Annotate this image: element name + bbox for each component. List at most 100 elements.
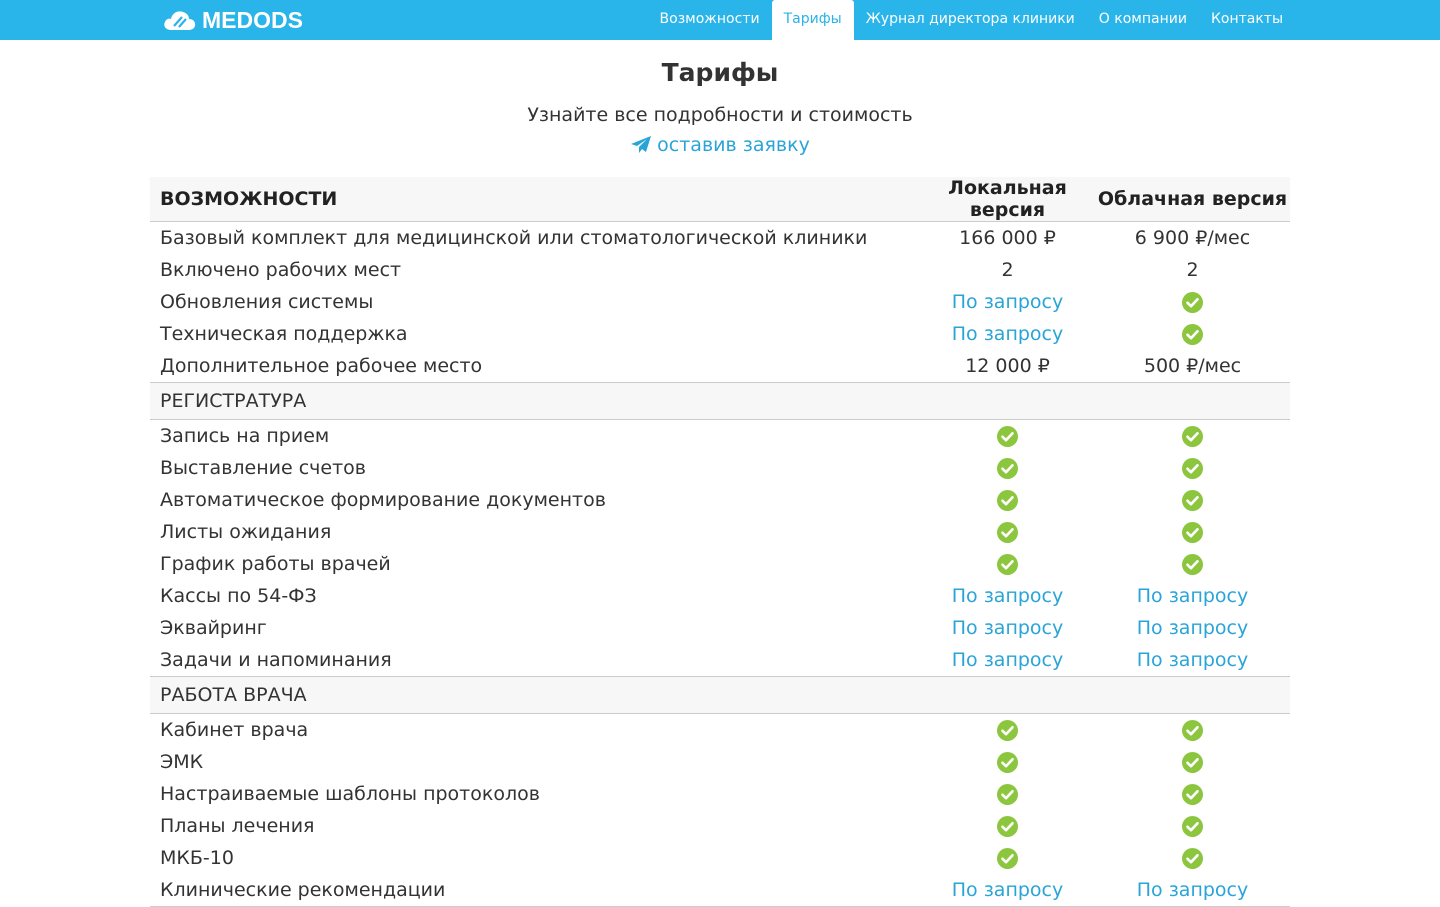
local-value-included bbox=[920, 484, 1095, 516]
header-features: ВОЗМОЖНОСТИ bbox=[160, 188, 338, 210]
section-header: РАБОТА ВРАЧА bbox=[150, 676, 1290, 714]
feature-name: Кассы по 54-ФЗ bbox=[160, 585, 317, 607]
check-circle-icon bbox=[997, 490, 1018, 511]
local-value[interactable]: По запросу bbox=[920, 580, 1095, 612]
feature-name: Техническая поддержка bbox=[160, 323, 408, 345]
cloud-value-included bbox=[1095, 286, 1290, 318]
feature-name: Автоматическое формирование документов bbox=[160, 489, 606, 511]
cloud-value-included bbox=[1095, 778, 1290, 810]
feature-name: Эквайринг bbox=[160, 617, 267, 639]
local-value: 2 bbox=[1001, 259, 1014, 281]
table-row: Автоматическое формирование документов bbox=[150, 484, 1290, 516]
local-value-included bbox=[920, 714, 1095, 747]
feature-name: Клинические рекомендации bbox=[160, 879, 446, 901]
nav-item-2[interactable]: Журнал директора клиники bbox=[854, 0, 1087, 40]
check-circle-icon bbox=[1182, 720, 1203, 741]
check-circle-icon bbox=[1182, 490, 1203, 511]
check-circle-icon bbox=[997, 458, 1018, 479]
section-title: РЕГИСТРАТУРА bbox=[160, 390, 307, 412]
cloud-value-included bbox=[1095, 516, 1290, 548]
cloud-value[interactable]: По запросу bbox=[1095, 874, 1290, 907]
local-value[interactable]: По запросу bbox=[920, 612, 1095, 644]
table-row: Запись на прием bbox=[150, 420, 1290, 453]
table-row: Выставление счетов bbox=[150, 452, 1290, 484]
feature-name: Задачи и напоминания bbox=[160, 649, 392, 671]
check-circle-icon bbox=[1182, 458, 1203, 479]
cloud-value-included bbox=[1095, 810, 1290, 842]
table-row: Дополнительное рабочее место 12 000 ₽ 500 … bbox=[150, 350, 1290, 383]
nav-item-4[interactable]: Контакты bbox=[1199, 0, 1295, 40]
table-row: Кассы по 54-ФЗ По запросу По запросу bbox=[150, 580, 1290, 612]
local-value[interactable]: По запросу bbox=[920, 318, 1095, 350]
table-row: Кабинет врача bbox=[150, 714, 1290, 747]
apply-link-label: оставив заявку bbox=[657, 134, 810, 156]
check-circle-icon bbox=[997, 784, 1018, 805]
table-row: Клинические рекомендации По запросу По зап… bbox=[150, 874, 1290, 907]
nav-item-1[interactable]: Тарифы bbox=[771, 0, 854, 40]
local-value[interactable]: По запросу bbox=[920, 874, 1095, 907]
cloud-logo-icon bbox=[164, 11, 196, 30]
feature-name: Дополнительное рабочее место bbox=[160, 355, 483, 377]
check-circle-icon bbox=[997, 554, 1018, 575]
feature-name: Кабинет врача bbox=[160, 719, 309, 741]
pricing-table: ВОЗМОЖНОСТИ Локальная версия Облачная ве… bbox=[150, 177, 1290, 907]
cloud-value-included bbox=[1095, 420, 1290, 453]
header-cloud: Облачная версия bbox=[1097, 188, 1288, 210]
brand-name: MEDODS bbox=[202, 6, 303, 33]
local-value[interactable]: По запросу bbox=[920, 644, 1095, 677]
feature-name: МКБ-10 bbox=[160, 847, 234, 869]
check-circle-icon bbox=[1182, 784, 1203, 805]
cloud-value: 2 bbox=[1186, 259, 1199, 281]
cloud-value[interactable]: По запросу bbox=[1095, 612, 1290, 644]
table-row: ЭМК bbox=[150, 746, 1290, 778]
local-value-included bbox=[920, 548, 1095, 580]
page-title: Тарифы bbox=[661, 58, 779, 87]
check-circle-icon bbox=[1182, 848, 1203, 869]
cloud-value[interactable]: По запросу bbox=[1095, 580, 1290, 612]
local-value[interactable]: По запросу bbox=[920, 286, 1095, 318]
table-row: Листы ожидания bbox=[150, 516, 1290, 548]
table-row: МКБ-10 bbox=[150, 842, 1290, 874]
nav-item-3[interactable]: О компании bbox=[1087, 0, 1199, 40]
table-row: Техническая поддержка По запросу bbox=[150, 318, 1290, 350]
table-row: Включено рабочих мест 2 2 bbox=[150, 254, 1290, 286]
feature-name: Планы лечения bbox=[160, 815, 315, 837]
table-row: Эквайринг По запросу По запросу bbox=[150, 612, 1290, 644]
table-header: ВОЗМОЖНОСТИ Локальная версия Облачная ве… bbox=[150, 177, 1290, 222]
cloud-value-included bbox=[1095, 484, 1290, 516]
cloud-value[interactable]: По запросу bbox=[1095, 644, 1290, 677]
feature-name: Обновления системы bbox=[160, 291, 374, 313]
check-circle-icon bbox=[1182, 292, 1203, 313]
nav-item-0[interactable]: Возможности bbox=[648, 0, 772, 40]
feature-name: Выставление счетов bbox=[160, 457, 366, 479]
check-circle-icon bbox=[997, 720, 1018, 741]
check-circle-icon bbox=[997, 752, 1018, 773]
section-header: РЕГИСТРАТУРА bbox=[150, 382, 1290, 420]
local-value-included bbox=[920, 746, 1095, 778]
section-title: РАБОТА ВРАЧА bbox=[160, 684, 307, 706]
cloud-value-included bbox=[1095, 842, 1290, 874]
brand-logo[interactable]: MEDODS bbox=[162, 0, 303, 40]
cloud-value-included bbox=[1095, 746, 1290, 778]
local-value: 12 000 ₽ bbox=[965, 355, 1050, 377]
table-row: Базовый комплект для медицинской или сто… bbox=[150, 222, 1290, 255]
feature-name: График работы врачей bbox=[160, 553, 391, 575]
check-circle-icon bbox=[1182, 752, 1203, 773]
check-circle-icon bbox=[997, 522, 1018, 543]
local-value-included bbox=[920, 842, 1095, 874]
local-value-included bbox=[920, 452, 1095, 484]
header-local: Локальная версия bbox=[948, 177, 1067, 221]
local-value-included bbox=[920, 778, 1095, 810]
check-circle-icon bbox=[1182, 426, 1203, 447]
cloud-value-included bbox=[1095, 548, 1290, 580]
main-nav: Возможности Тарифы Журнал директора клиник… bbox=[648, 0, 1295, 40]
feature-name: ЭМК bbox=[160, 751, 204, 773]
cloud-value: 6 900 ₽/мес bbox=[1134, 227, 1251, 249]
check-circle-icon bbox=[997, 848, 1018, 869]
apply-link[interactable]: оставив заявку bbox=[630, 134, 810, 156]
feature-name: Листы ожидания bbox=[160, 521, 332, 543]
check-circle-icon bbox=[997, 426, 1018, 447]
feature-name: Включено рабочих мест bbox=[160, 259, 402, 281]
local-value-included bbox=[920, 420, 1095, 453]
feature-name: Базовый комплект для медицинской или сто… bbox=[160, 227, 868, 249]
